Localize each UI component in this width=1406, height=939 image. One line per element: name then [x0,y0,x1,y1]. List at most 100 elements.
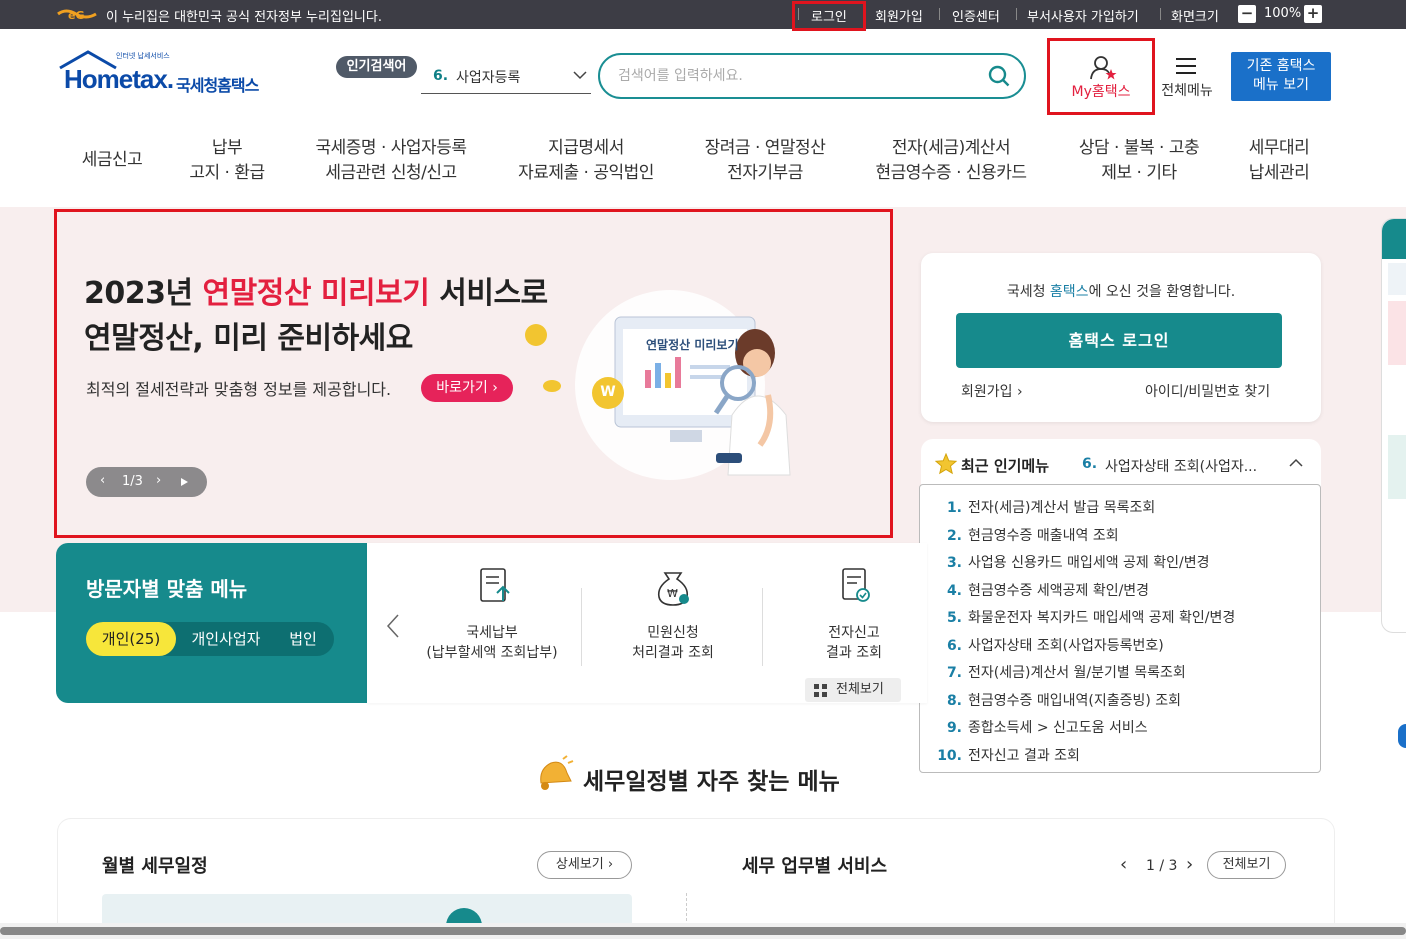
find-id-password-link[interactable]: 아이디/비밀번호 찾기 [1145,381,1270,401]
popular-keyword: 사업자등록 [456,70,521,86]
recent-item-rank: 10. [937,747,962,764]
screen-size-label: 화면크기 [1171,10,1219,25]
tax-payment-icon [480,568,510,602]
chevron-right-icon: › [492,380,498,396]
nav-label: 상담 · 불복 · 고충 [1078,138,1200,158]
welcome-text: 국세청 홈택스에 오신 것을 환영합니다. [1006,284,1236,300]
chevron-up-icon[interactable] [1289,457,1303,469]
nav-statements[interactable]: 지급명세서 자료제출 · 공익법인 [500,136,672,186]
hometax-logo[interactable]: 인터넷 납세서비스 Hometax. 국세청홈택스 [58,50,273,98]
menu-e-filing-result[interactable]: 전자신고 결과 조회 [769,623,939,663]
recent-popular-item[interactable]: 9. 종합소득세 > 신고도움 서비스 [936,717,1148,737]
visitor-menu-panel: 방문자별 맞춤 메뉴 개인(25) 개인사업자 법인 [56,543,367,703]
recent-popular-item[interactable]: 2. 현금영수증 매출내역 조회 [936,525,1119,545]
chevron-left-icon[interactable]: ‹ [1120,854,1127,875]
recent-popular-title: 최근 인기메뉴 [961,457,1050,475]
nav-tax-agent[interactable]: 세무대리 납세관리 [1234,136,1324,186]
recent-popular-item[interactable]: 8. 현금영수증 매입내역(지출증빙) 조회 [936,690,1181,710]
highlight-login-box [792,1,866,31]
hometax-login-button[interactable]: 홈택스 로그인 [956,313,1282,368]
search-input[interactable] [618,65,978,87]
scrollbar-thumb[interactable] [0,927,1406,935]
gov-notice: 이 누리집은 대한민국 공식 전자정부 누리집입니다. [106,10,382,25]
all-menu-button[interactable]: 전체메뉴 [1155,55,1219,101]
play-icon[interactable] [179,477,189,487]
next-arrow-icon[interactable]: › [156,473,161,488]
chevron-left-icon[interactable] [385,613,401,639]
nav-tax-filing[interactable]: 세금신고 [72,148,152,173]
visitor-menu-title: 방문자별 맞춤 메뉴 [86,577,248,601]
chevron-right-icon: › [607,857,614,872]
nav-year-end[interactable]: 장려금 · 연말정산 전자기부금 [690,136,840,186]
schedule-section-title: 세무일정별 자주 찾는 메뉴 [583,769,840,795]
services-view-all-button[interactable]: 전체보기 [1207,851,1286,879]
recent-item-label: 사업용 신용카드 매입세액 공제 확인/변경 [968,555,1210,571]
tab-sole-proprietor[interactable]: 개인사업자 [178,622,274,656]
recent-item-label: 현금영수증 세액공제 확인/변경 [968,582,1150,599]
banner-title-line1: 2023년 연말정산 미리보기 서비스로 [84,276,548,311]
divider [762,588,763,666]
chevron-right-icon[interactable]: › [1186,854,1193,875]
recent-popular-item[interactable]: 10. 전자신고 결과 조회 [936,745,1080,765]
gov-top-bar: eG 이 누리집은 대한민국 공식 전자정부 누리집입니다. 로그인 회원가입 … [0,0,1406,29]
dept-user-signup-link[interactable]: 부서사용자 가입하기 [1027,6,1139,25]
year-end-preview-illustration [525,290,791,480]
side-panel-slot [1388,435,1406,499]
monitor-label: 연말정산 미리보기 [646,338,739,352]
nav-certificates[interactable]: 국세증명 · 사업자등록 세금관련 신청/신고 [300,136,482,186]
search-icon[interactable] [988,65,1010,87]
quick-side-panel[interactable] [1381,218,1406,633]
scroll-top-button[interactable] [1398,724,1406,748]
recent-item-label: 전자(세금)계산서 월/분기별 목록조회 [968,665,1186,681]
recent-popular-item[interactable]: 4. 현금영수증 세액공제 확인/변경 [936,580,1149,600]
nav-e-invoice[interactable]: 전자(세금)계산서 현금영수증 · 신용카드 [858,136,1044,186]
recent-popular-header[interactable]: 최근 인기메뉴 6. 사업자상태 조회(사업자... [921,439,1321,487]
separator [939,8,940,20]
e-government-logo-icon: eG [57,9,97,22]
login-card: 국세청 홈택스에 오신 것을 환영합니다. 홈택스 로그인 회원가입 › 아이디… [921,253,1321,422]
schedule-detail-button[interactable]: 상세보기 › [537,851,632,879]
zoom-out-button[interactable]: − [1238,5,1256,23]
recent-popular-item[interactable]: 1. 전자(세금)계산서 발급 목록조회 [936,497,1155,517]
nav-label: 국세증명 · 사업자등록 [315,138,467,158]
old-hometax-menu-button[interactable]: 기존 홈택스 메뉴 보기 [1231,52,1331,101]
menu-label: 처리결과 조회 [632,645,714,661]
chevron-down-icon [573,71,587,80]
recent-item-rank: 2. [946,527,962,544]
cert-center-link[interactable]: 인증센터 [952,6,1000,25]
recent-popular-item[interactable]: 5. 화물운전자 복지카드 매입세액 공제 확인/변경 [936,607,1235,627]
services-page: 1 / 3 [1146,858,1178,874]
prev-arrow-icon[interactable]: ‹ [100,473,105,488]
recent-item-rank: 5. [946,610,962,626]
banner-title-line2: 연말정산, 미리 준비하세요 [84,321,413,356]
recent-current-rank: 6. [1082,456,1098,472]
recent-item-rank: 8. [946,692,962,709]
banner-go-button[interactable]: 바로가기 › [421,374,513,402]
banner-page: 1/3 [122,474,143,489]
tab-corporation[interactable]: 법인 [276,622,330,656]
svg-text:₩: ₩ [667,587,678,600]
money-bag-icon: ₩ [657,572,689,606]
nav-label: 세무대리 [1248,138,1310,158]
hamburger-menu-icon [1176,58,1196,74]
menu-civil-request[interactable]: 민원신청 처리결과 조회 [588,623,758,663]
recent-popular-item[interactable]: 3. 사업용 신용카드 매입세액 공제 확인/변경 [936,552,1210,572]
menu-tax-payment[interactable]: 국세납부 (납부할세액 조회납부) [407,623,577,663]
nav-payment[interactable]: 납부 고지 · 환급 [172,136,282,186]
recent-current-text: 사업자상태 조회(사업자... [1105,459,1258,475]
recent-item-rank: 4. [946,582,962,599]
nav-consult[interactable]: 상담 · 불복 · 고충 제보 · 기타 [1064,136,1214,186]
divider [581,588,582,666]
recent-popular-item[interactable]: 6. 사업자상태 조회(사업자등록번호) [936,635,1164,655]
zoom-in-button[interactable]: + [1304,5,1322,23]
recent-item-rank: 6. [946,637,962,654]
recent-item-label: 전자신고 결과 조회 [968,747,1080,764]
zoom-level: 100% [1264,6,1302,21]
signup-link[interactable]: 회원가입 [875,6,923,25]
signup-link[interactable]: 회원가입 › [961,381,1023,401]
popular-search-select[interactable]: 6. 사업자등록 [421,60,591,94]
recent-popular-item[interactable]: 7. 전자(세금)계산서 월/분기별 목록조회 [936,662,1186,682]
tab-individual[interactable]: 개인(25) [86,622,176,656]
recent-item-rank: 3. [946,555,962,571]
visitor-view-all-button[interactable]: 전체보기 [805,678,901,702]
